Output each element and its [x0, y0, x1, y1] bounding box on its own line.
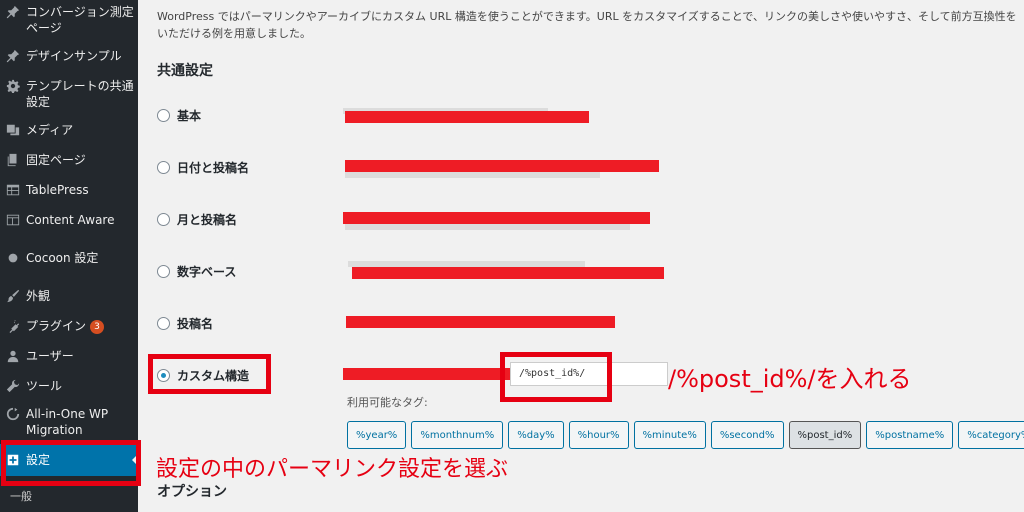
annotation-enter-post-id: /%post_id%/を入れる: [668, 365, 912, 393]
option-day-name[interactable]: 日付と投稿名: [157, 159, 249, 176]
sidebar-item-label: メディア: [26, 123, 74, 137]
option-post-name[interactable]: 投稿名: [157, 315, 213, 332]
sidebar-item-pages[interactable]: 固定ページ: [0, 152, 138, 168]
radio-button[interactable]: [157, 109, 170, 122]
options-heading: オプション: [157, 484, 227, 500]
sidebar-item-label: Cocoon 設定: [26, 251, 99, 265]
submenu-item-general[interactable]: 一般: [10, 488, 32, 504]
annotation-select-permalink: 設定の中のパーマリンク設定を選ぶ: [156, 457, 509, 482]
redacted-example-url: [345, 160, 659, 172]
sidebar-item-label: All-in-One WP Migration: [26, 407, 109, 437]
plugin-icon: [0, 318, 26, 333]
layout-icon: [0, 212, 26, 227]
sidebar-item-label: デザインサンプル: [26, 49, 122, 63]
radio-button[interactable]: [157, 265, 170, 278]
table-icon: [0, 182, 26, 197]
sidebar-item-migration[interactable]: All-in-One WP Migration: [0, 406, 138, 438]
sidebar-item-label: 外観: [26, 289, 51, 303]
sidebar-item-label: TablePress: [26, 183, 89, 197]
intro-text: WordPress ではパーマリンクやアーカイブにカスタム URL 構造を使うこ…: [157, 10, 1017, 40]
tag-button-category[interactable]: %category%: [958, 421, 1024, 449]
brush-icon: [0, 288, 26, 303]
tag-button-year[interactable]: %year%: [347, 421, 407, 449]
sidebar-item-template-settings[interactable]: テンプレートの共通設定: [0, 78, 138, 110]
sidebar-item-appearance[interactable]: 外観: [0, 288, 138, 304]
sidebar-item-tools[interactable]: ツール: [0, 378, 138, 394]
sidebar-item-cocoon[interactable]: Cocoon 設定: [0, 250, 138, 266]
tag-button-postname[interactable]: %postname%: [866, 421, 954, 449]
sidebar-item-label: コンバージョン測定ページ: [26, 5, 134, 35]
user-icon: [0, 348, 26, 363]
example-url-shadow: [345, 172, 600, 178]
media-icon: [0, 122, 26, 137]
option-numeric[interactable]: 数字ベース: [157, 263, 236, 280]
gear-icon: [0, 78, 26, 93]
page-icon: [0, 152, 26, 167]
redacted-example-url: [343, 212, 650, 224]
sidebar-item-label: Content Aware: [26, 213, 115, 227]
highlight-custom-structure: [148, 354, 271, 394]
redacted-site-url: [343, 368, 510, 380]
sidebar-item-users[interactable]: ユーザー: [0, 348, 138, 364]
tag-button-hour[interactable]: %hour%: [568, 421, 629, 449]
tag-button-minute[interactable]: %minute%: [633, 421, 706, 449]
redacted-example-url: [352, 267, 664, 279]
common-settings-heading: 共通設定: [157, 63, 213, 79]
sidebar-item-content-aware[interactable]: Content Aware: [0, 212, 138, 228]
circle-icon: [0, 250, 26, 265]
highlight-settings-menu: [1, 440, 141, 486]
option-label: 日付と投稿名: [177, 161, 250, 175]
admin-sidebar: コンバージョン測定ページ デザインサンプル テンプレートの共通設定 メディア 固…: [0, 0, 138, 512]
option-label: 基本: [177, 109, 202, 123]
option-label: 月と投稿名: [177, 213, 238, 227]
tag-buttons: %year% %monthnum% %day% %hour% %minute% …: [347, 421, 1024, 449]
radio-button[interactable]: [157, 161, 170, 174]
option-plain[interactable]: 基本: [157, 107, 201, 124]
available-tags-label: 利用可能なタグ:: [347, 396, 428, 409]
tag-button-second[interactable]: %second%: [710, 421, 784, 449]
sidebar-item-tablepress[interactable]: TablePress: [0, 182, 138, 198]
sidebar-item-label: ユーザー: [26, 349, 74, 363]
tag-button-post-id[interactable]: %post_id%: [788, 421, 862, 449]
sidebar-item-plugins[interactable]: プラグイン 3: [0, 318, 138, 334]
radio-button[interactable]: [157, 317, 170, 330]
tag-button-day[interactable]: %day%: [508, 421, 564, 449]
option-label: 投稿名: [177, 317, 214, 331]
sidebar-item-label: ツール: [26, 379, 63, 393]
option-month-name[interactable]: 月と投稿名: [157, 211, 237, 228]
pin-icon: [0, 4, 26, 19]
example-url-shadow: [345, 224, 630, 230]
wrench-icon: [0, 378, 26, 393]
tag-button-monthnum[interactable]: %monthnum%: [411, 421, 504, 449]
pin-icon: [0, 48, 26, 63]
sidebar-item-label: 固定ページ: [26, 153, 86, 167]
update-count-badge: 3: [90, 320, 105, 334]
radio-button[interactable]: [157, 213, 170, 226]
redacted-example-url: [346, 316, 615, 328]
sidebar-item-label: テンプレートの共通設定: [26, 79, 134, 109]
highlight-custom-input: [500, 352, 612, 402]
sidebar-item-conversion[interactable]: コンバージョン測定ページ: [0, 4, 138, 36]
migration-icon: [0, 406, 26, 421]
sidebar-item-design-sample[interactable]: デザインサンプル: [0, 48, 138, 64]
sidebar-item-media[interactable]: メディア: [0, 122, 138, 138]
sidebar-item-label: プラグイン: [26, 319, 87, 333]
option-label: 数字ベース: [177, 265, 237, 279]
redacted-example-url: [345, 111, 589, 123]
